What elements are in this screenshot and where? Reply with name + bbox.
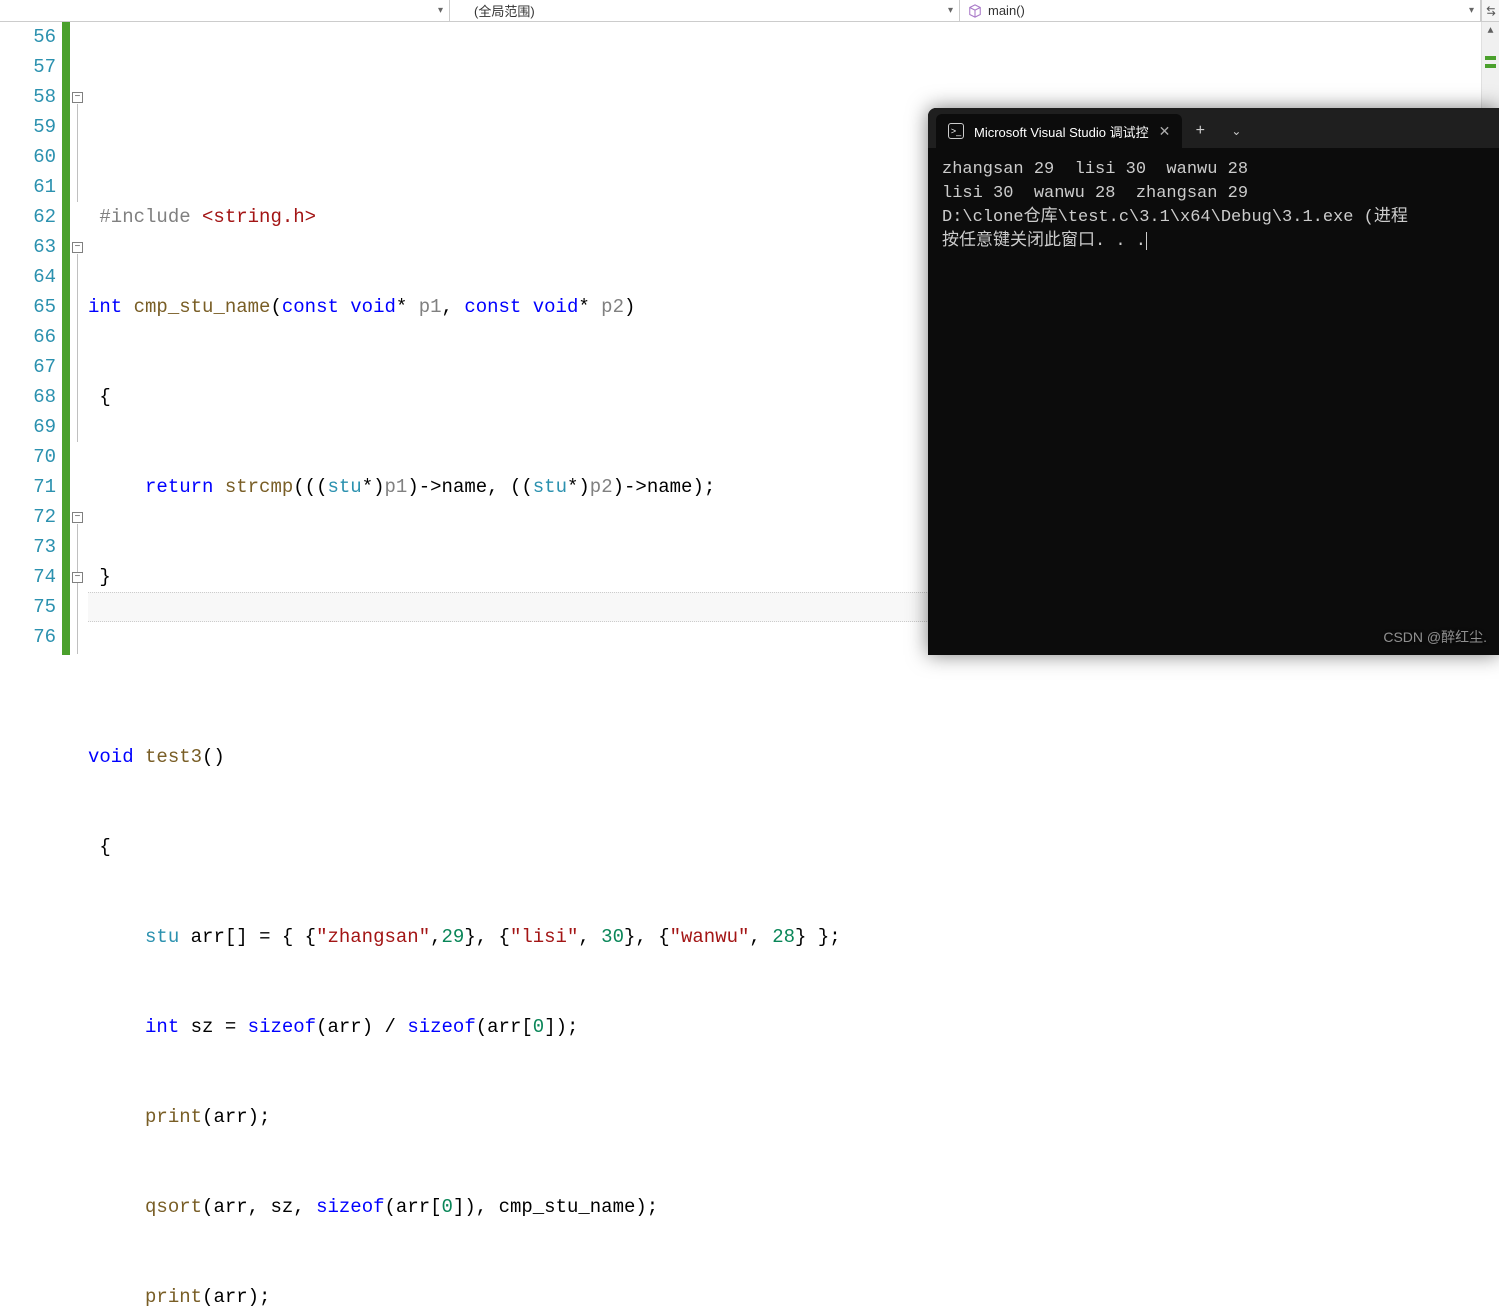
- console-tab[interactable]: >_ Microsoft Visual Studio 调试控 ✕: [936, 114, 1182, 148]
- code-line: int sz = sizeof(arr) / sizeof(arr[0]);: [88, 1012, 1481, 1042]
- function-label: main(): [988, 3, 1025, 18]
- chevron-down-icon: ▾: [1469, 5, 1474, 16]
- split-toggle-button[interactable]: [1481, 0, 1499, 21]
- line-number: 61: [0, 172, 56, 202]
- navigation-bar: ▾ (全局范围) ▾ main() ▾: [0, 0, 1499, 22]
- code-line: {: [88, 832, 1481, 862]
- code-line: void test3(): [88, 742, 1481, 772]
- line-number: 76: [0, 622, 56, 652]
- console-line: D:\clone仓库\test.c\3.1\x64\Debug\3.1.exe …: [942, 206, 1485, 230]
- fold-line: [77, 254, 78, 442]
- line-number: 68: [0, 382, 56, 412]
- line-number: 67: [0, 352, 56, 382]
- line-number: 71: [0, 472, 56, 502]
- line-number: 56: [0, 22, 56, 52]
- line-number: 58: [0, 82, 56, 112]
- text-cursor: [1146, 232, 1147, 250]
- line-number: 59: [0, 112, 56, 142]
- scroll-change-mark: [1485, 56, 1496, 60]
- fold-line: [77, 104, 78, 202]
- fold-toggle[interactable]: −: [72, 242, 83, 253]
- tab-menu-chevron-icon[interactable]: ⌄: [1218, 114, 1254, 148]
- cube-icon: [968, 4, 982, 18]
- fold-toggle[interactable]: −: [72, 572, 83, 583]
- watermark-text: CSDN @醉红尘.: [1383, 627, 1487, 647]
- fold-gutter: − − − −: [70, 22, 88, 655]
- debug-console-window[interactable]: >_ Microsoft Visual Studio 调试控 ✕ + ⌄ zha…: [928, 108, 1499, 655]
- scope-label: (全局范围): [474, 1, 535, 20]
- line-number: 73: [0, 532, 56, 562]
- code-line: qsort(arr, sz, sizeof(arr[0]), cmp_stu_n…: [88, 1192, 1481, 1222]
- console-line: 按任意键关闭此窗口. . .: [942, 230, 1485, 254]
- fold-line: [77, 524, 78, 654]
- line-number: 75: [0, 592, 56, 622]
- console-titlebar[interactable]: >_ Microsoft Visual Studio 调试控 ✕ + ⌄: [928, 108, 1499, 148]
- code-line: print(arr);: [88, 1102, 1481, 1132]
- line-number: 74: [0, 562, 56, 592]
- fold-toggle[interactable]: −: [72, 92, 83, 103]
- chevron-down-icon: ▾: [438, 5, 443, 16]
- line-number: 64: [0, 262, 56, 292]
- line-number: 57: [0, 52, 56, 82]
- new-tab-button[interactable]: +: [1182, 114, 1218, 148]
- line-number-gutter: 56 57 58 59 60 61 62 63 64 65 66 67 68 6…: [0, 22, 62, 655]
- fold-toggle[interactable]: −: [72, 512, 83, 523]
- code-line: stu arr[] = { {"zhangsan",29}, {"lisi", …: [88, 922, 1481, 952]
- line-number: 69: [0, 412, 56, 442]
- line-number: 66: [0, 322, 56, 352]
- scope-dropdown-left[interactable]: ▾: [0, 0, 450, 21]
- function-dropdown[interactable]: main() ▾: [960, 0, 1481, 21]
- console-tab-title: Microsoft Visual Studio 调试控: [974, 122, 1149, 141]
- chevron-down-icon: ▾: [948, 5, 953, 16]
- line-number: 72: [0, 502, 56, 532]
- console-line: zhangsan 29 lisi 30 wanwu 28: [942, 158, 1485, 182]
- line-number: 63: [0, 232, 56, 262]
- scope-dropdown-center[interactable]: (全局范围) ▾: [450, 0, 960, 21]
- scroll-up-icon[interactable]: ▲: [1482, 22, 1499, 40]
- line-number: 62: [0, 202, 56, 232]
- line-number: 65: [0, 292, 56, 322]
- terminal-icon: >_: [948, 123, 964, 139]
- code-line: print(arr);: [88, 1282, 1481, 1310]
- scroll-change-mark: [1485, 64, 1496, 68]
- change-indicator-bar: [62, 22, 70, 655]
- code-line: [88, 652, 1481, 682]
- console-line: lisi 30 wanwu 28 zhangsan 29: [942, 182, 1485, 206]
- console-output: zhangsan 29 lisi 30 wanwu 28lisi 30 wanw…: [928, 148, 1499, 264]
- line-number: 70: [0, 442, 56, 472]
- close-icon[interactable]: ✕: [1159, 123, 1171, 140]
- line-number: 60: [0, 142, 56, 172]
